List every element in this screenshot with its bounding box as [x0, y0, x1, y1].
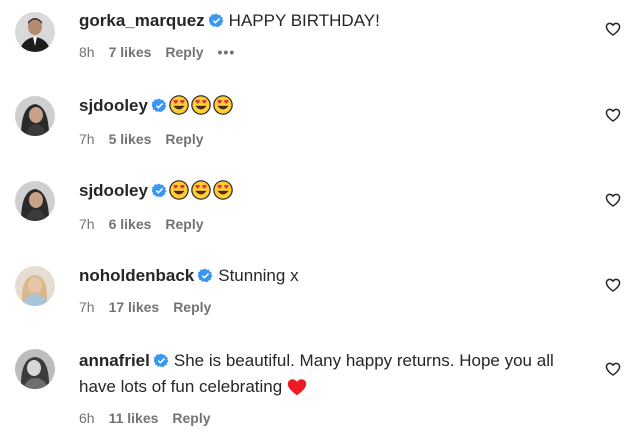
heart-outline-icon[interactable] — [605, 107, 621, 123]
verified-badge-icon — [151, 181, 167, 205]
comment-body: annafriel She is beautiful. Many happy re… — [79, 349, 584, 426]
comment-text: HAPPY BIRTHDAY! — [228, 11, 380, 30]
likes-count[interactable]: 5 likes — [109, 131, 152, 147]
verified-badge-icon — [197, 266, 213, 290]
comment-line: annafriel She is beautiful. Many happy re… — [79, 349, 584, 403]
verified-badge-icon — [151, 96, 167, 120]
timestamp: 6h — [79, 410, 95, 426]
avatar[interactable] — [15, 266, 55, 306]
comment-meta: 7h 17 likes Reply — [79, 299, 584, 315]
heart-eyes-emoji-icon — [191, 95, 211, 122]
more-options-button[interactable]: ••• — [218, 44, 236, 60]
reply-button[interactable]: Reply — [173, 299, 211, 315]
heart-eyes-emoji-icon — [169, 180, 189, 207]
timestamp: 7h — [79, 131, 95, 147]
likes-count[interactable]: 6 likes — [109, 216, 152, 232]
avatar[interactable] — [15, 181, 55, 221]
comment-line: gorka_marquez HAPPY BIRTHDAY! — [79, 9, 584, 35]
username[interactable]: noholdenback — [79, 266, 194, 285]
timestamp: 8h — [79, 44, 95, 60]
likes-count[interactable]: 17 likes — [109, 299, 160, 315]
heart-eyes-emoji-icon — [213, 180, 233, 207]
heart-eyes-emoji-icon — [169, 95, 189, 122]
comment-list: gorka_marquez HAPPY BIRTHDAY! 8h 7 likes Re… — [0, 0, 634, 436]
reply-button[interactable]: Reply — [165, 216, 203, 232]
heart-outline-icon[interactable] — [605, 192, 621, 208]
comment-line: noholdenback Stunning x — [79, 264, 584, 290]
comment-meta: 6h 11 likes Reply — [79, 410, 584, 426]
heart-eyes-emoji-icon — [191, 180, 211, 207]
heart-outline-icon[interactable] — [605, 361, 621, 377]
comment-body: sjdooley😍😍😍 7h 6 likes Reply — [79, 179, 584, 232]
verified-badge-icon — [208, 11, 224, 35]
avatar[interactable] — [15, 12, 55, 52]
heart-outline-icon[interactable] — [605, 277, 621, 293]
verified-badge-icon — [153, 351, 169, 375]
red-heart-emoji-icon: ❤️ — [287, 378, 307, 403]
username[interactable]: annafriel — [79, 351, 150, 370]
timestamp: 7h — [79, 216, 95, 232]
likes-count[interactable]: 11 likes — [109, 410, 159, 426]
comment-line: sjdooley😍😍😍 — [79, 94, 584, 122]
username[interactable]: sjdooley — [79, 181, 148, 200]
comment-text: She is beautiful. Many happy returns. Ho… — [79, 351, 554, 396]
avatar[interactable] — [15, 96, 55, 136]
reply-button[interactable]: Reply — [165, 131, 203, 147]
comment-meta: 7h 5 likes Reply — [79, 131, 584, 147]
heart-eyes-emoji-icon — [213, 95, 233, 122]
comment-line: sjdooley😍😍😍 — [79, 179, 584, 207]
comment-text: Stunning x — [218, 266, 299, 285]
heart-outline-icon[interactable] — [605, 21, 621, 37]
comment-meta: 8h 7 likes Reply ••• — [79, 44, 584, 60]
username[interactable]: gorka_marquez — [79, 11, 205, 30]
comment-body: sjdooley😍😍😍 7h 5 likes Reply — [79, 94, 584, 147]
comment-body: noholdenback Stunning x 7h 17 likes Reply — [79, 264, 584, 315]
comment-body: gorka_marquez HAPPY BIRTHDAY! 8h 7 likes Re… — [79, 9, 584, 60]
likes-count[interactable]: 7 likes — [109, 44, 152, 60]
username[interactable]: sjdooley — [79, 96, 148, 115]
reply-button[interactable]: Reply — [165, 44, 203, 60]
comment-meta: 7h 6 likes Reply — [79, 216, 584, 232]
timestamp: 7h — [79, 299, 95, 315]
avatar[interactable] — [15, 349, 55, 389]
reply-button[interactable]: Reply — [172, 410, 210, 426]
